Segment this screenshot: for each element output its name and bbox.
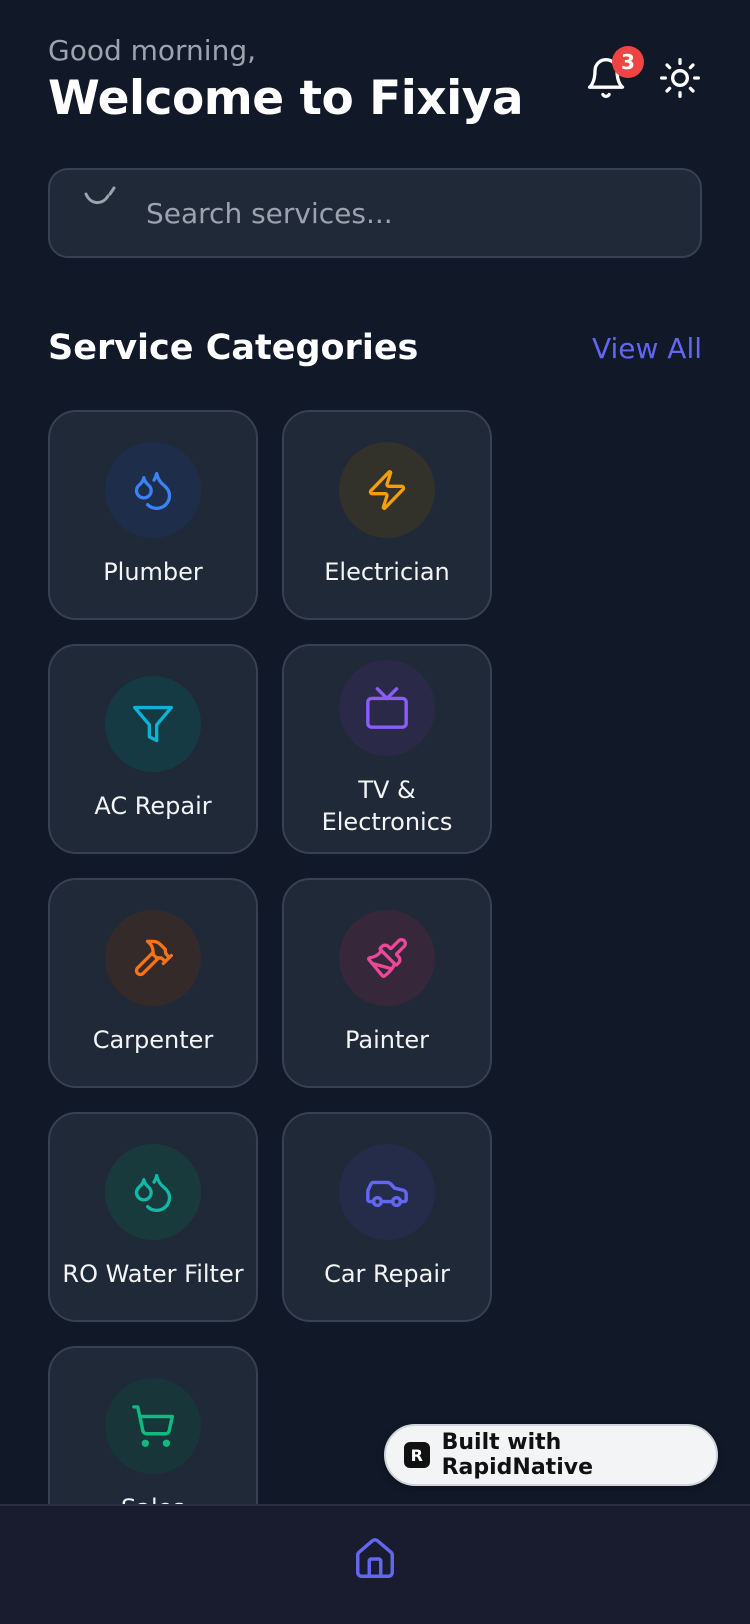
category-label: RO Water Filter	[62, 1260, 244, 1288]
search-bar[interactable]	[48, 168, 702, 258]
category-label: Painter	[344, 1026, 430, 1054]
cart-icon	[132, 1405, 175, 1447]
home-icon	[356, 1538, 394, 1578]
category-label: Electrician	[324, 558, 450, 586]
built-with-badge[interactable]: R Built with RapidNative	[384, 1424, 718, 1486]
water-drop-icon	[134, 471, 172, 511]
category-card-plumber[interactable]: Plumber	[48, 410, 258, 620]
icon-circle	[339, 660, 435, 756]
category-label: Plumber	[103, 558, 203, 586]
lightning-icon	[368, 470, 406, 510]
category-card-ac-repair[interactable]: AC Repair	[48, 644, 258, 854]
search-input[interactable]	[146, 196, 666, 230]
bottom-navigation	[0, 1504, 750, 1624]
icon-circle	[339, 1144, 435, 1240]
car-icon	[366, 1180, 408, 1208]
theme-toggle-button[interactable]	[658, 56, 702, 100]
hammer-icon	[134, 939, 173, 977]
notification-button[interactable]: 3	[584, 46, 644, 100]
category-card-tv-electronics[interactable]: TV & Electronics	[282, 644, 492, 854]
icon-circle	[105, 1144, 201, 1240]
category-label: AC Repair	[94, 792, 212, 820]
icon-circle	[105, 910, 201, 1006]
icon-circle	[105, 676, 201, 772]
search-icon	[84, 186, 116, 204]
view-all-link[interactable]: View All	[592, 332, 702, 365]
icon-circle	[339, 910, 435, 1006]
category-card-painter[interactable]: Painter	[282, 878, 492, 1088]
notification-badge: 3	[612, 46, 644, 78]
categories-header: Service Categories View All	[48, 328, 702, 368]
paintbrush-icon	[367, 938, 407, 978]
categories-grid: Plumber Electrician AC Repair TV & Elect…	[48, 410, 492, 1556]
icon-circle	[339, 442, 435, 538]
category-card-carpenter[interactable]: Carpenter	[48, 878, 258, 1088]
tv-icon	[366, 687, 408, 729]
header-actions: 3	[584, 46, 702, 100]
rapidnative-logo-icon: R	[404, 1442, 430, 1468]
built-with-text: Built with RapidNative	[441, 1430, 593, 1480]
category-label: Car Repair	[324, 1260, 450, 1288]
nav-home-button[interactable]	[352, 1536, 398, 1624]
category-card-electrician[interactable]: Electrician	[282, 410, 492, 620]
icon-circle	[105, 442, 201, 538]
section-title: Service Categories	[48, 328, 419, 368]
category-label: Carpenter	[92, 1026, 214, 1054]
filter-icon	[133, 705, 173, 743]
header: Good morning, Welcome to Fixiya 3	[48, 34, 702, 134]
category-label: TV & Electronics	[321, 776, 453, 836]
water-drop-icon	[134, 1173, 172, 1213]
category-card-ro-water-filter[interactable]: RO Water Filter	[48, 1112, 258, 1322]
sun-icon	[660, 58, 700, 98]
category-card-car-repair[interactable]: Car Repair	[282, 1112, 492, 1322]
icon-circle	[105, 1378, 201, 1474]
